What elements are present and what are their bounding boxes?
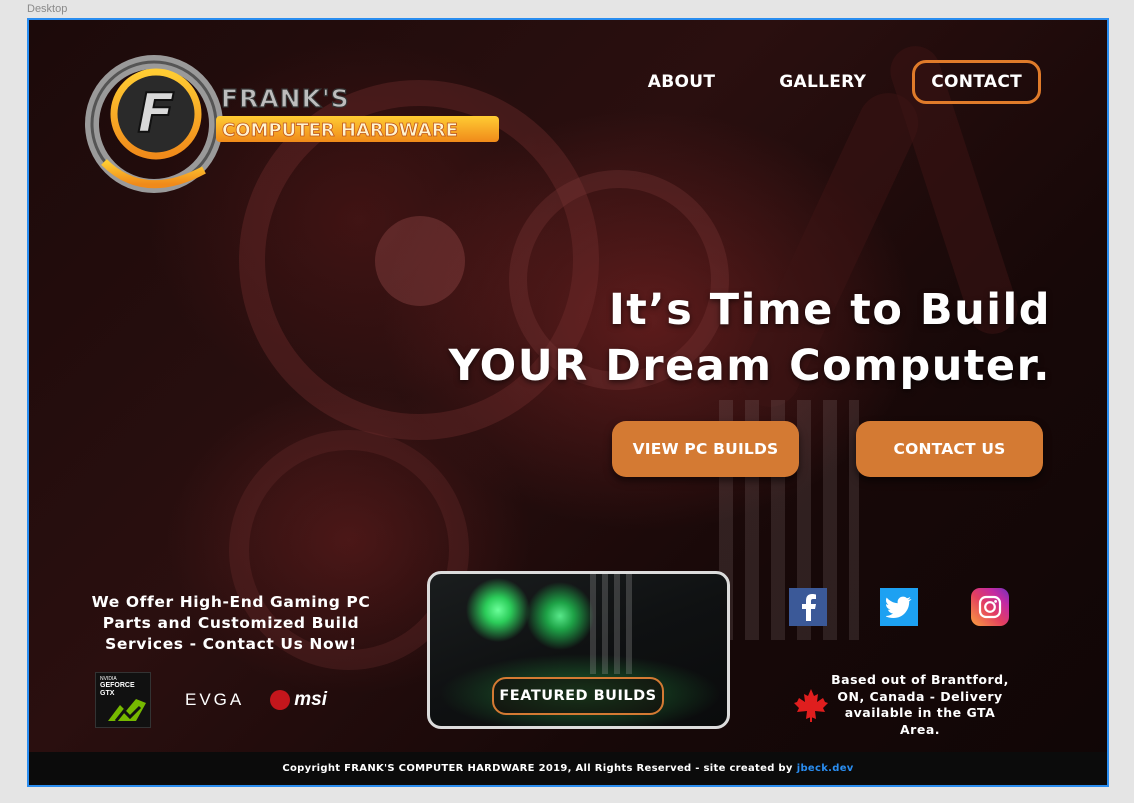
nvidia-claw-icon [108, 699, 146, 722]
copyright-text: Copyright FRANK'S COMPUTER HARDWARE 2019… [282, 763, 793, 774]
twitter-icon[interactable] [880, 588, 918, 626]
hero-headline: It’s Time to Build YOUR Dream Computer. [449, 282, 1051, 394]
logo-letter: F [138, 82, 175, 145]
location-info: Based out of Brantford, ON, Canada - Del… [793, 672, 1063, 738]
hero-line-1: It’s Time to Build [608, 285, 1051, 335]
pc-build-slat [590, 574, 596, 674]
pc-build-slat [626, 574, 632, 674]
view-pc-builds-button[interactable]: VIEW PC BUILDS [612, 421, 799, 477]
contact-us-button[interactable]: CONTACT US [856, 421, 1043, 477]
facebook-icon[interactable] [789, 588, 827, 626]
logo-line-2: COMPUTER HARDWARE [222, 120, 458, 141]
logo-line-1: FRANK'S [221, 84, 350, 113]
msi-dragon-icon [270, 690, 291, 710]
location-text: Based out of Brantford, ON, Canada - Del… [831, 672, 1009, 737]
franks-logo[interactable]: F FRANK'S COMPUTER HARDWARE [84, 52, 504, 202]
social-links [789, 588, 1009, 626]
featured-builds-button[interactable]: FEATURED BUILDS [492, 677, 664, 715]
nav-about-link[interactable]: ABOUT [648, 72, 715, 92]
maple-leaf-icon [794, 689, 828, 722]
artboard-label: Desktop [27, 3, 68, 15]
nav-gallery-link[interactable]: GALLERY [779, 72, 866, 92]
site-footer: Copyright FRANK'S COMPUTER HARDWARE 2019… [29, 752, 1107, 785]
msi-wordmark: msi [294, 689, 327, 710]
services-tagline: We Offer High-End Gaming PC Parts and Cu… [91, 593, 371, 653]
pc-build-slat [614, 574, 620, 674]
website-artboard: F FRANK'S COMPUTER HARDWARE ABOUT GALLER… [27, 18, 1109, 787]
featured-builds-card[interactable]: FEATURED BUILDS [427, 571, 730, 729]
main-nav: ABOUT GALLERY CONTACT [584, 60, 1041, 104]
geforce-label: GEFORCE [100, 682, 135, 689]
instagram-icon[interactable] [971, 588, 1009, 626]
hero-line-2: YOUR Dream Computer. [448, 341, 1051, 391]
nvidia-geforce-gtx-logo: NVIDIA GEFORCE GTX [95, 672, 151, 728]
partner-logos: NVIDIA GEFORCE GTX EVGA msi [95, 672, 327, 728]
msi-logo: msi [270, 689, 327, 711]
nav-contact-button[interactable]: CONTACT [912, 60, 1041, 104]
site-credit-link[interactable]: jbeck.dev [797, 763, 854, 774]
evga-logo: EVGA [185, 690, 245, 709]
pc-build-slat [602, 574, 608, 674]
